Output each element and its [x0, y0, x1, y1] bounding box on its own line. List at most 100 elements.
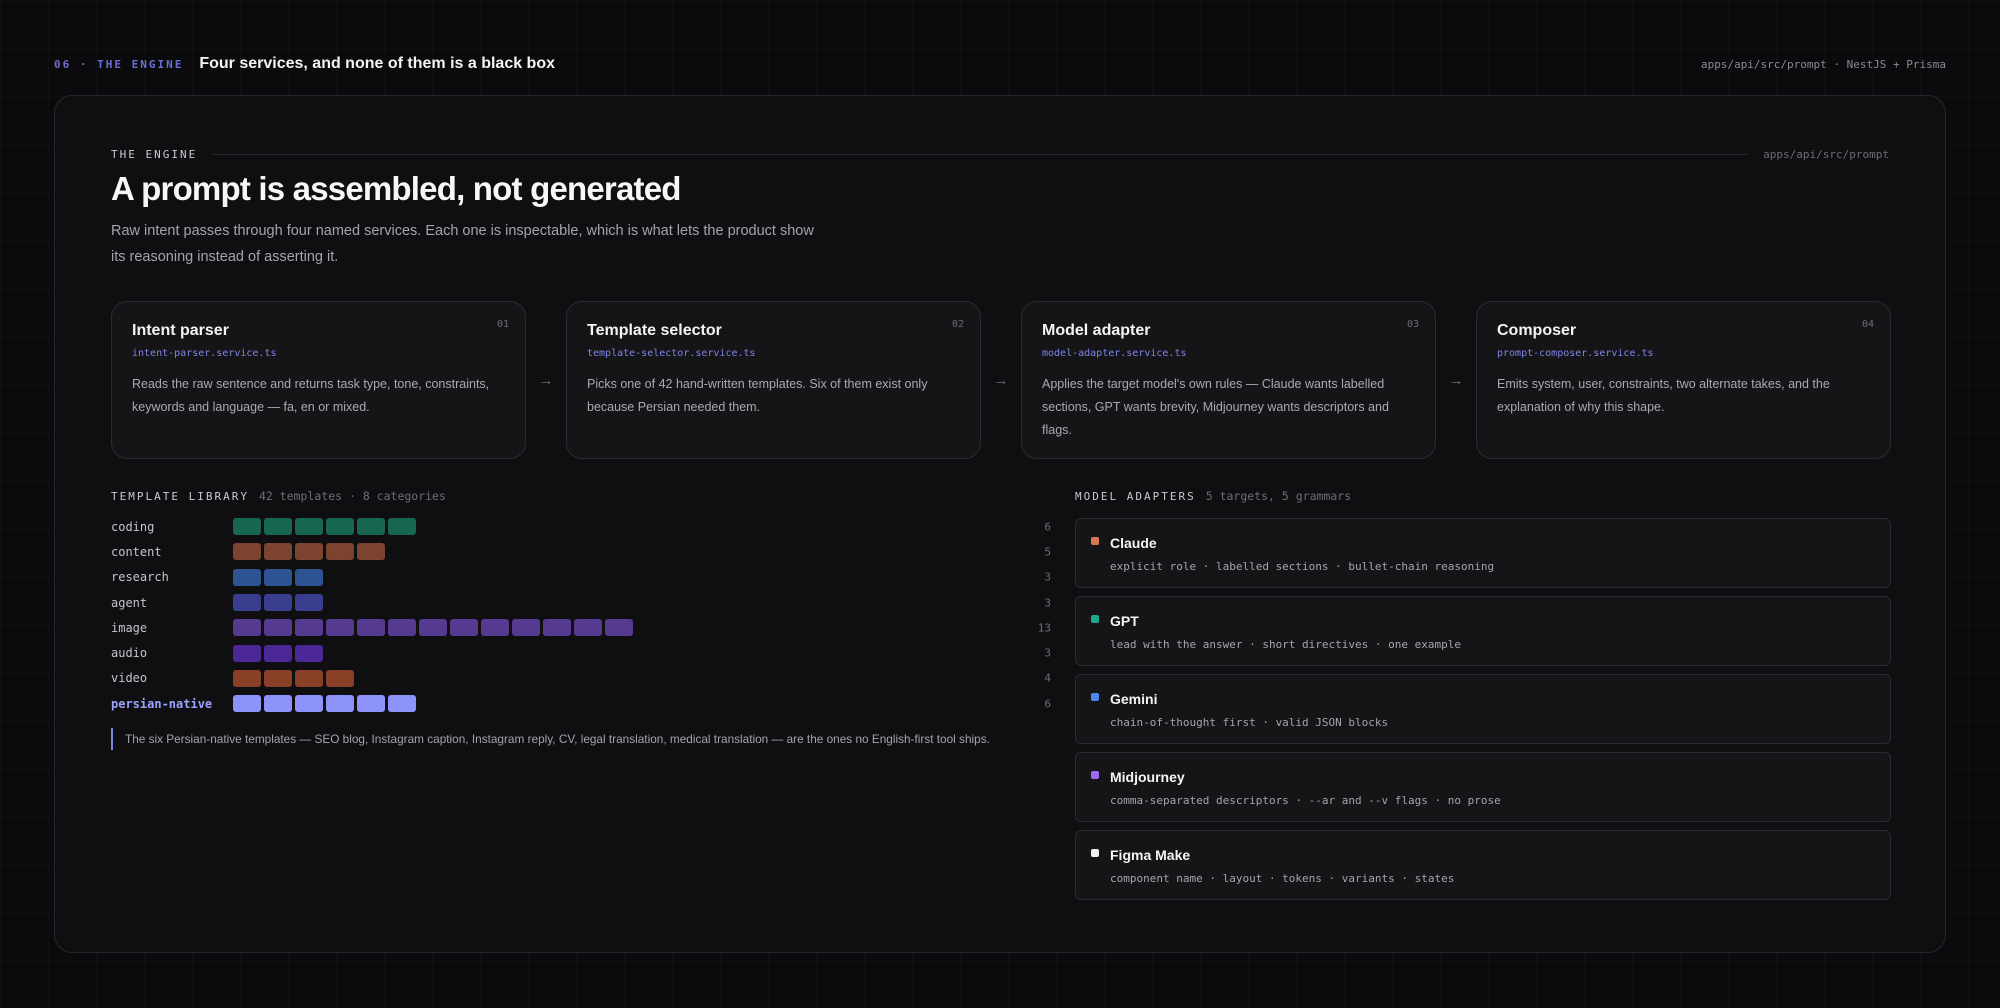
category-name: coding [111, 519, 155, 534]
model-adapters-list: Claude explicit role · labelled sections … [1075, 518, 1891, 908]
divider [213, 153, 1748, 155]
adapter-card[interactable]: Claude explicit role · labelled sections … [1075, 518, 1891, 588]
service-card[interactable]: 04 Composer prompt-composer.service.ts Emit… [1476, 301, 1891, 459]
template-block [264, 669, 292, 687]
adapter-name: Claude [1110, 535, 1157, 551]
template-block [233, 669, 261, 687]
service-file: prompt-composer.service.ts [1497, 348, 1654, 359]
template-block [450, 619, 478, 637]
library-note: The six Persian-native templates — SEO b… [111, 728, 990, 750]
adapter-name: Midjourney [1110, 769, 1185, 785]
adapter-name: Gemini [1110, 691, 1158, 707]
category-name: persian-native [111, 696, 213, 711]
template-library-chart: coding 6 content 5 research 3 agent 3 image 13 aud… [111, 514, 1051, 716]
category-bar [233, 518, 416, 536]
template-block [264, 543, 292, 561]
adapter-rules: component name · layout · tokens · varia… [1110, 872, 1455, 885]
template-library-summary: 42 templates · 8 categories [258, 489, 446, 503]
arrow-right-icon: → [993, 371, 1009, 389]
template-block [295, 594, 323, 612]
template-block [295, 568, 323, 586]
engine-panel: THE ENGINE apps/api/src/prompt A prompt … [54, 95, 1946, 953]
model-adapters-summary: 5 targets, 5 grammars [1205, 489, 1352, 503]
category-count: 5 [1044, 545, 1051, 559]
service-file: model-adapter.service.ts [1042, 348, 1187, 359]
service-description: Picks one of 42 hand-written templates. … [587, 377, 928, 414]
category-bar [233, 695, 416, 713]
service-description: Applies the target model's own rules — C… [1042, 377, 1389, 437]
template-block [388, 695, 416, 713]
service-number: 02 [951, 319, 964, 330]
template-block [295, 518, 323, 536]
service-card[interactable]: 01 Intent parser intent-parser.service.ts R… [111, 301, 526, 459]
service-name: Template selector [587, 322, 722, 339]
template-category-row: content 5 [111, 539, 1051, 564]
category-bar [233, 644, 323, 662]
template-block [388, 619, 416, 637]
template-block [264, 619, 292, 637]
template-block [295, 543, 323, 561]
adapter-rules: comma-separated descriptors · --ar and -… [1110, 794, 1501, 807]
adapter-card[interactable]: Figma Make component name · layout · toke… [1075, 830, 1891, 900]
template-block [543, 619, 571, 637]
template-category-row: video 4 [111, 666, 1051, 691]
category-bar [233, 594, 323, 612]
service-card[interactable]: 02 Template selector template-selector.ser… [566, 301, 981, 459]
adapter-card[interactable]: Gemini chain-of-thought first · valid JSO… [1075, 674, 1891, 744]
template-block [357, 619, 385, 637]
category-count: 3 [1044, 570, 1051, 584]
category-name: agent [111, 595, 148, 610]
service-description: Emits system, user, constraints, two alt… [1497, 377, 1830, 414]
template-block [233, 695, 261, 713]
section-header: THE ENGINE apps/api/src/prompt [111, 146, 1889, 162]
section-label: THE ENGINE [111, 147, 198, 161]
adapter-color-swatch [1091, 615, 1099, 623]
adapter-card[interactable]: Midjourney comma-separated descriptors · … [1075, 752, 1891, 822]
lede-paragraph: Raw intent passes through four named ser… [111, 223, 814, 265]
top-bar: 06 · THE ENGINE Four services, and none … [54, 52, 1946, 76]
adapter-color-swatch [1091, 771, 1099, 779]
template-block [264, 695, 292, 713]
services-row: 01 Intent parser intent-parser.service.ts R… [111, 301, 1891, 459]
category-count: 6 [1044, 520, 1051, 534]
template-block [233, 518, 261, 536]
category-bar [233, 568, 323, 586]
template-category-row: audio 3 [111, 640, 1051, 665]
category-bar [233, 669, 354, 687]
template-block [326, 619, 354, 637]
source-path: apps/api/src/prompt · NestJS + Prisma [1700, 57, 1946, 71]
category-bar [233, 543, 385, 561]
template-block [419, 619, 447, 637]
template-block [326, 543, 354, 561]
service-card[interactable]: 03 Model adapter model-adapter.service.ts A… [1021, 301, 1436, 459]
template-block [357, 543, 385, 561]
template-category-row: coding 6 [111, 514, 1051, 539]
template-block [295, 644, 323, 662]
template-block [264, 568, 292, 586]
template-library-header: TEMPLATE LIBRARY 42 templates · 8 catego… [111, 489, 446, 503]
category-count: 3 [1044, 646, 1051, 660]
category-count: 3 [1044, 596, 1051, 610]
template-category-row: agent 3 [111, 590, 1051, 615]
template-block [264, 644, 292, 662]
adapter-color-swatch [1091, 537, 1099, 545]
adapter-color-swatch [1091, 849, 1099, 857]
adapter-card[interactable]: GPT lead with the answer · short directiv… [1075, 596, 1891, 666]
adapter-rules: lead with the answer · short directives … [1110, 638, 1461, 651]
adapter-name: GPT [1110, 613, 1139, 629]
template-block [357, 518, 385, 536]
template-block [295, 669, 323, 687]
template-category-row: persian-native 6 [111, 691, 1051, 716]
template-block [512, 619, 540, 637]
template-block [264, 518, 292, 536]
template-block [233, 568, 261, 586]
template-block [574, 619, 602, 637]
template-library-label: TEMPLATE LIBRARY [111, 490, 249, 503]
service-file: intent-parser.service.ts [132, 348, 277, 359]
adapter-rules: chain-of-thought first · valid JSON bloc… [1110, 716, 1389, 729]
service-name: Intent parser [132, 322, 229, 339]
template-block [233, 619, 261, 637]
category-bar [233, 619, 633, 637]
template-block [233, 644, 261, 662]
service-name: Composer [1497, 322, 1577, 339]
